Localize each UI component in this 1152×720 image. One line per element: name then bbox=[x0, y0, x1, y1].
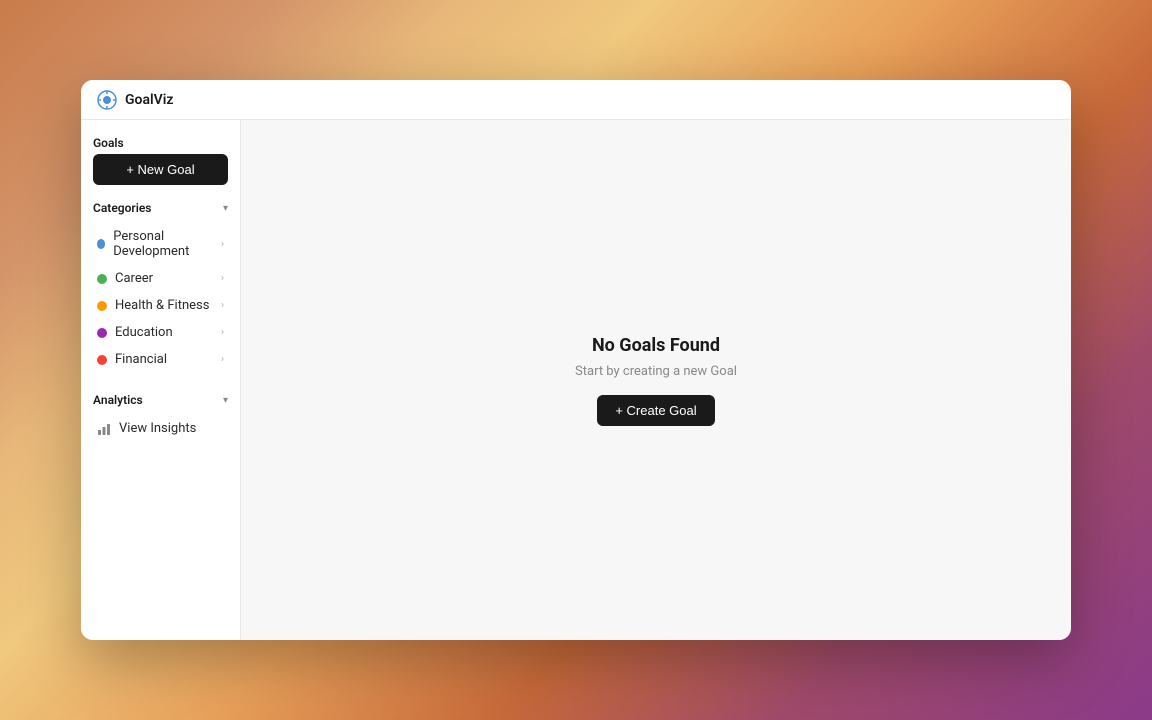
category-arrow-icon: › bbox=[221, 239, 224, 250]
empty-state-subtitle: Start by creating a new Goal bbox=[575, 364, 737, 379]
empty-state-title: No Goals Found bbox=[592, 335, 720, 356]
category-left: Personal Development bbox=[97, 229, 221, 259]
sidebar-item-education[interactable]: Education › bbox=[93, 319, 228, 346]
insights-icon bbox=[97, 422, 111, 436]
goals-label: Goals bbox=[93, 136, 228, 150]
category-dot bbox=[97, 301, 107, 311]
analytics-header: Analytics ▾ bbox=[93, 393, 228, 407]
main-area: No Goals Found Start by creating a new G… bbox=[241, 120, 1071, 640]
app-title: GoalViz bbox=[125, 92, 173, 108]
category-arrow-icon: › bbox=[221, 354, 224, 365]
view-insights-label: View Insights bbox=[119, 421, 196, 436]
category-left: Career bbox=[97, 271, 153, 286]
empty-state: No Goals Found Start by creating a new G… bbox=[575, 335, 737, 426]
category-left: Education bbox=[97, 325, 173, 340]
categories-label: Categories bbox=[93, 201, 151, 215]
sidebar-item-career[interactable]: Career › bbox=[93, 265, 228, 292]
categories-list: Personal Development › Career › Health &… bbox=[93, 223, 228, 373]
new-goal-button[interactable]: + New Goal bbox=[93, 154, 228, 185]
category-arrow-icon: › bbox=[221, 327, 224, 338]
category-name: Career bbox=[115, 271, 153, 286]
goals-section: Goals + New Goal bbox=[93, 136, 228, 185]
categories-header: Categories ▾ bbox=[93, 201, 228, 215]
category-name: Personal Development bbox=[113, 229, 221, 259]
category-dot bbox=[97, 355, 107, 365]
category-name: Financial bbox=[115, 352, 167, 367]
category-left: Financial bbox=[97, 352, 167, 367]
category-name: Health & Fitness bbox=[115, 298, 209, 313]
categories-section: Categories ▾ Personal Development › Care… bbox=[93, 201, 228, 373]
main-content: Goals + New Goal Categories ▾ Personal D… bbox=[81, 120, 1071, 640]
create-goal-button[interactable]: + Create Goal bbox=[597, 395, 714, 426]
app-window: GoalViz Goals + New Goal Categories ▾ P bbox=[81, 80, 1071, 640]
category-dot bbox=[97, 328, 107, 338]
analytics-section: Analytics ▾ View Insights bbox=[93, 393, 228, 442]
view-insights-item[interactable]: View Insights bbox=[93, 415, 228, 442]
title-bar: GoalViz bbox=[81, 80, 1071, 120]
category-name: Education bbox=[115, 325, 173, 340]
sidebar-item-personal-development[interactable]: Personal Development › bbox=[93, 223, 228, 265]
categories-chevron-icon[interactable]: ▾ bbox=[223, 203, 228, 214]
app-logo-icon bbox=[97, 90, 117, 110]
category-arrow-icon: › bbox=[221, 273, 224, 284]
sidebar-item-financial[interactable]: Financial › bbox=[93, 346, 228, 373]
analytics-label: Analytics bbox=[93, 393, 143, 407]
sidebar-item-health-fitness[interactable]: Health & Fitness › bbox=[93, 292, 228, 319]
category-left: Health & Fitness bbox=[97, 298, 209, 313]
category-dot bbox=[97, 239, 105, 249]
sidebar: Goals + New Goal Categories ▾ Personal D… bbox=[81, 120, 241, 640]
analytics-chevron-icon[interactable]: ▾ bbox=[223, 395, 228, 406]
category-dot bbox=[97, 274, 107, 284]
category-arrow-icon: › bbox=[221, 300, 224, 311]
